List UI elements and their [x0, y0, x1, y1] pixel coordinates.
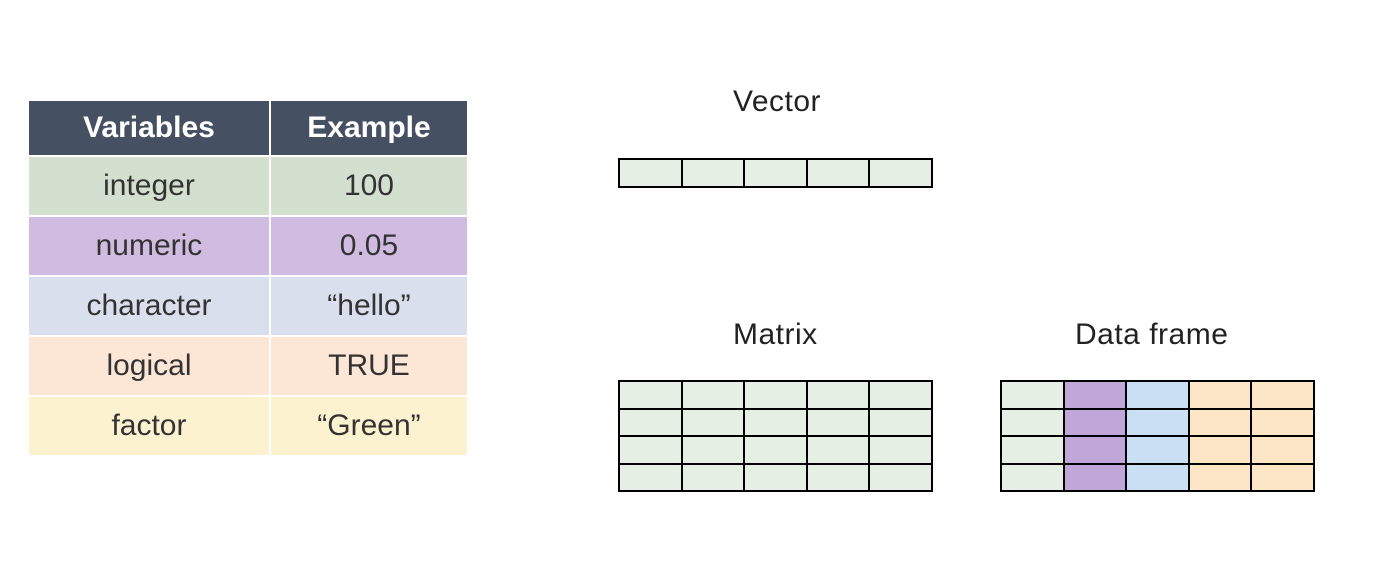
grid-cell	[807, 409, 870, 437]
grid-cell	[1126, 436, 1189, 464]
grid-cell	[744, 409, 807, 437]
cell-type: factor	[29, 396, 270, 456]
vector-grid	[618, 158, 933, 188]
table-row: factor “Green”	[29, 396, 468, 456]
cell-type: numeric	[29, 216, 270, 276]
grid-cell	[869, 436, 932, 464]
grid-cell	[1126, 409, 1189, 437]
header-variables: Variables	[29, 101, 270, 157]
grid-cell	[1251, 381, 1314, 409]
table-row: numeric 0.05	[29, 216, 468, 276]
dataframe-grid	[1000, 380, 1315, 492]
grid-cell	[619, 159, 682, 187]
grid-cell	[682, 381, 745, 409]
cell-type: logical	[29, 336, 270, 396]
grid-cell	[1189, 409, 1252, 437]
grid-cell	[869, 464, 932, 492]
grid-cell	[619, 381, 682, 409]
grid-cell	[1064, 464, 1127, 492]
table-row: integer 100	[29, 156, 468, 216]
grid-cell	[1064, 381, 1127, 409]
grid-cell	[1189, 381, 1252, 409]
grid-cell	[1001, 464, 1064, 492]
cell-example: “hello”	[270, 276, 468, 336]
grid-cell	[682, 159, 745, 187]
dataframe-title: Data frame	[1075, 318, 1228, 352]
grid-cell	[807, 436, 870, 464]
grid-cell	[1189, 436, 1252, 464]
grid-cell	[869, 381, 932, 409]
grid-cell	[1001, 381, 1064, 409]
grid-cell	[744, 159, 807, 187]
vector-title: Vector	[733, 85, 821, 119]
table-header-row: Variables Example	[29, 101, 468, 157]
cell-example: 100	[270, 156, 468, 216]
grid-cell	[1189, 464, 1252, 492]
grid-cell	[1251, 464, 1314, 492]
cell-example: 0.05	[270, 216, 468, 276]
grid-cell	[744, 381, 807, 409]
cell-example: TRUE	[270, 336, 468, 396]
grid-cell	[619, 409, 682, 437]
variables-table: Variables Example integer 100 numeric 0.…	[28, 100, 468, 456]
grid-cell	[744, 464, 807, 492]
grid-cell	[1251, 409, 1314, 437]
grid-cell	[682, 464, 745, 492]
cell-type: integer	[29, 156, 270, 216]
grid-cell	[869, 159, 932, 187]
matrix-title: Matrix	[733, 318, 818, 352]
grid-cell	[1001, 436, 1064, 464]
grid-cell	[1064, 409, 1127, 437]
matrix-grid	[618, 380, 933, 492]
grid-cell	[744, 436, 807, 464]
grid-cell	[682, 409, 745, 437]
grid-cell	[869, 409, 932, 437]
grid-cell	[1126, 381, 1189, 409]
header-example: Example	[270, 101, 468, 157]
table-row: logical TRUE	[29, 336, 468, 396]
grid-cell	[1064, 436, 1127, 464]
grid-cell	[619, 464, 682, 492]
table-row: character “hello”	[29, 276, 468, 336]
grid-cell	[807, 464, 870, 492]
diagram-canvas: Variables Example integer 100 numeric 0.…	[0, 0, 1385, 571]
grid-cell	[1251, 436, 1314, 464]
grid-cell	[1001, 409, 1064, 437]
grid-cell	[807, 159, 870, 187]
grid-cell	[619, 436, 682, 464]
cell-example: “Green”	[270, 396, 468, 456]
grid-cell	[682, 436, 745, 464]
grid-cell	[807, 381, 870, 409]
cell-type: character	[29, 276, 270, 336]
grid-cell	[1126, 464, 1189, 492]
